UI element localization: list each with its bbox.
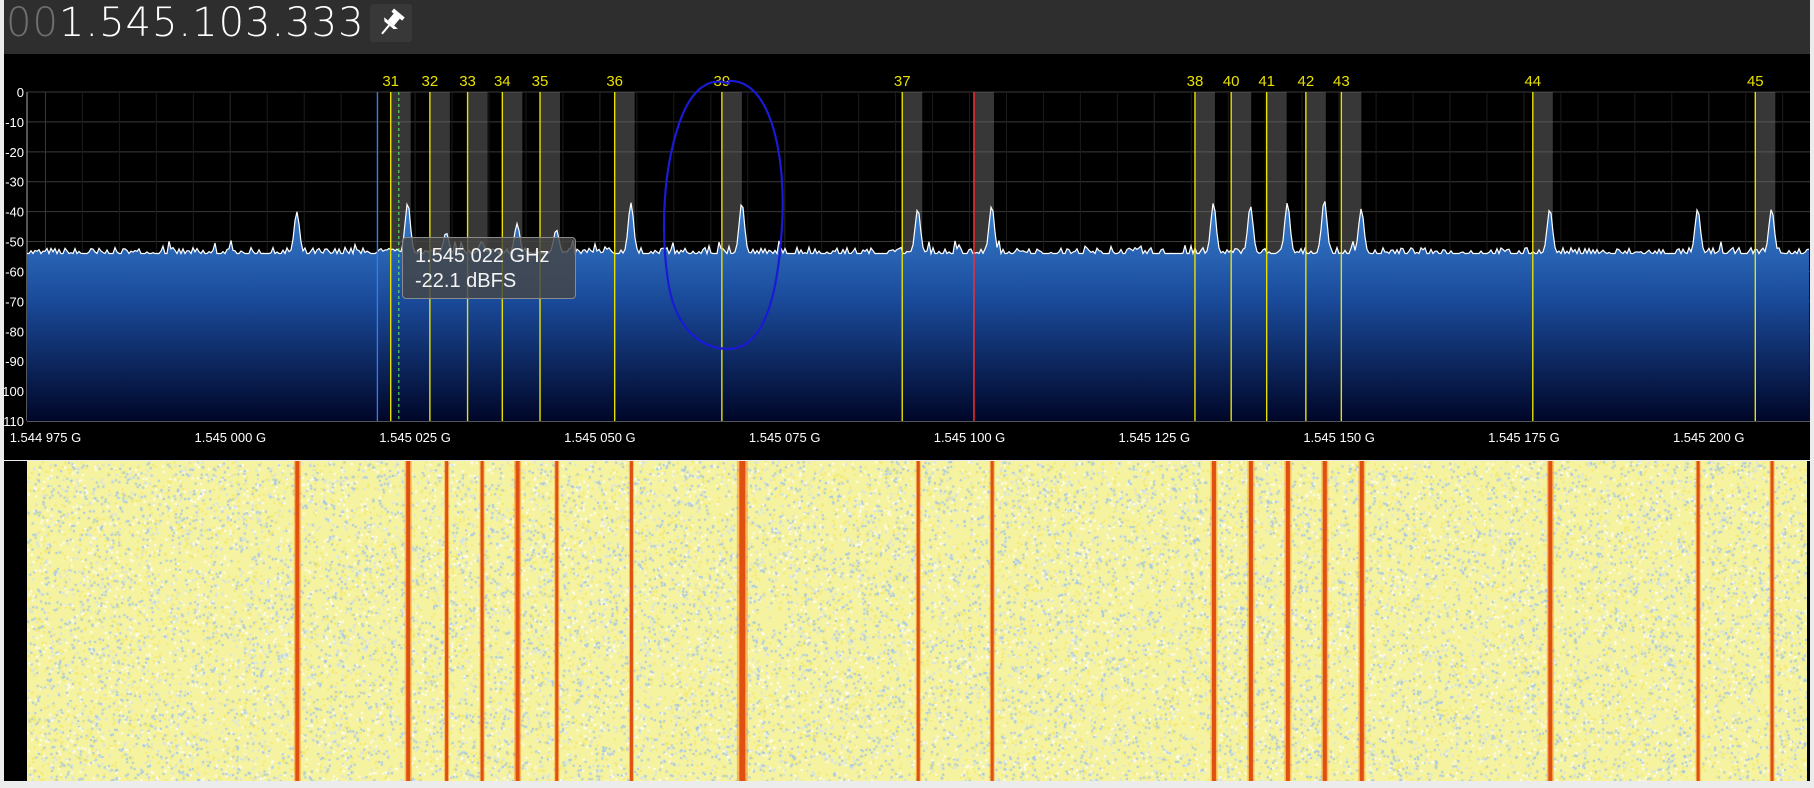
waterfall-panel[interactable] bbox=[4, 461, 1810, 781]
x-tick-label: 1.545 050 G bbox=[564, 430, 636, 445]
marker-label-45: 45 bbox=[1747, 73, 1764, 90]
x-tick-label: 1.545 100 G bbox=[934, 430, 1006, 445]
waterfall-line-0 bbox=[295, 461, 300, 781]
waterfall-line-11 bbox=[1248, 461, 1253, 781]
frequency-value: 1.545.103.333 bbox=[58, 0, 365, 46]
frequency-leading-zeros: 00 bbox=[6, 0, 59, 46]
waterfall-line-3 bbox=[480, 461, 484, 781]
waterfall-line-2 bbox=[445, 461, 449, 781]
x-tick-label: 1.545 025 G bbox=[379, 430, 451, 445]
y-tick-label: -60 bbox=[5, 264, 24, 279]
x-tick-label: 1.545 125 G bbox=[1119, 430, 1191, 445]
tooltip-frequency: 1.545 022 GHz bbox=[415, 245, 550, 267]
y-tick-label: -80 bbox=[5, 324, 24, 339]
waterfall-line-13 bbox=[1322, 461, 1327, 781]
waterfall-line-14 bbox=[1359, 461, 1364, 781]
waterfall-lines bbox=[293, 461, 1775, 781]
marker-label-36: 36 bbox=[606, 73, 623, 90]
x-tick-label: 1.545 200 G bbox=[1673, 430, 1745, 445]
y-tick-label: -20 bbox=[5, 145, 24, 160]
x-tick-label: 1.545 000 G bbox=[195, 430, 267, 445]
y-tick-label: -30 bbox=[5, 175, 24, 190]
waterfall-line-17 bbox=[1770, 461, 1774, 781]
waterfall-line-16 bbox=[1696, 461, 1700, 781]
waterfall-line-8 bbox=[916, 461, 920, 781]
waterfall-line-7 bbox=[739, 461, 746, 781]
y-tick-label: -40 bbox=[5, 205, 24, 220]
waterfall-line-1 bbox=[406, 461, 411, 781]
y-tick-label: -70 bbox=[5, 294, 24, 309]
marker-label-35: 35 bbox=[532, 73, 549, 90]
waterfall-line-10 bbox=[1211, 461, 1216, 781]
frequency-display[interactable]: 001.545.103.333 bbox=[6, 0, 365, 46]
cursor-tooltip: 1.545 022 GHz -22.1 dBFS bbox=[402, 237, 576, 299]
marker-label-33: 33 bbox=[459, 73, 476, 90]
marker-label-44: 44 bbox=[1524, 73, 1541, 90]
waterfall-line-6 bbox=[629, 461, 633, 781]
marker-label-43: 43 bbox=[1333, 73, 1350, 90]
pin-icon bbox=[381, 8, 405, 35]
marker-label-34: 34 bbox=[494, 73, 511, 90]
waterfall-line-9 bbox=[990, 461, 994, 781]
x-tick-label: 1.545 075 G bbox=[749, 430, 821, 445]
y-tick-label: -90 bbox=[5, 354, 24, 369]
x-tick-label: 1.545 150 G bbox=[1303, 430, 1375, 445]
x-tick-label: 1.544 975 G bbox=[10, 430, 82, 445]
spectrum-panel[interactable]: 0-10-20-30-40-50-60-70-80-90-100-1101.54… bbox=[0, 54, 1810, 460]
y-tick-label: 0 bbox=[17, 85, 24, 100]
waterfall-line-12 bbox=[1285, 461, 1290, 781]
marker-label-31: 31 bbox=[382, 73, 399, 90]
y-tick-label: -110 bbox=[4, 414, 24, 429]
marker-label-38: 38 bbox=[1187, 73, 1204, 90]
marker-label-41: 41 bbox=[1258, 73, 1275, 90]
marker-label-37: 37 bbox=[894, 73, 911, 90]
tooltip-level: -22.1 dBFS bbox=[415, 270, 517, 292]
marker-label-32: 32 bbox=[422, 73, 439, 90]
waterfall-line-15 bbox=[1548, 461, 1553, 781]
spectrum-plot[interactable]: 0-10-20-30-40-50-60-70-80-90-100-1101.54… bbox=[0, 54, 1810, 460]
x-tick-label: 1.545 175 G bbox=[1488, 430, 1560, 445]
waterfall-line-4 bbox=[515, 461, 520, 781]
y-tick-label: -50 bbox=[5, 235, 24, 250]
y-tick-label: -10 bbox=[5, 115, 24, 130]
marker-label-40: 40 bbox=[1223, 73, 1240, 90]
frequency-bar: 001.545.103.333 bbox=[4, 0, 1810, 55]
y-tick-label: -100 bbox=[4, 384, 24, 399]
waterfall-line-5 bbox=[555, 461, 559, 781]
marker-label-42: 42 bbox=[1298, 73, 1315, 90]
pin-button[interactable] bbox=[370, 4, 412, 42]
